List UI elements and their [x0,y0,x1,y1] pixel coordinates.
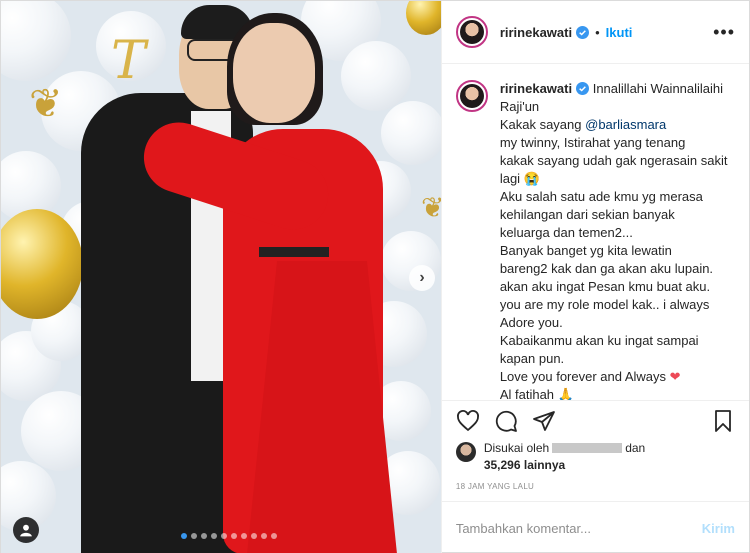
bookmark-icon[interactable] [711,409,735,433]
person-woman-head [233,23,315,123]
redacted-username [552,443,623,453]
tagged-users-button[interactable] [13,517,39,543]
caption-line: kakak sayang udah gak ngerasain sakit [499,153,728,168]
caption-line: akan aku ingat Pesan kmu buat aku. [499,279,711,294]
caption-line: you are my role model kak.. i always [499,297,710,312]
post-timestamp[interactable]: 18 JAM YANG LALU [441,474,749,502]
caption-line: Innalillahi Wainnalilaihi [592,81,724,96]
share-icon[interactable] [532,409,556,433]
balloon [341,41,411,111]
likes-count-suffix[interactable]: lainnya [524,458,565,472]
post-photo[interactable]: T ❦ ❦ › [1,1,441,553]
caption-line: Raji'un [499,99,540,114]
caption-line: Kakak sayang [499,117,582,132]
balloon [1,1,71,81]
belt [259,247,329,257]
header-username[interactable]: ririnekawati [500,25,572,40]
action-bar [441,400,749,440]
caption-line: Aku salah satu ade kmu yg merasa [499,189,703,204]
red-heart-emoji-icon: ❤ [669,369,681,384]
caption-line: my twinny, Istirahat yang tenang [499,135,686,150]
decor-lettering: T [111,31,146,91]
caption-line: Banyak banget yg kita lewatin [499,243,672,258]
carousel-dot [221,533,227,539]
carousel-dot [261,533,267,539]
mention-link[interactable]: @barliasmara [585,117,666,132]
caption-line: Adore you. [499,315,563,330]
caption-avatar[interactable] [455,80,488,112]
decor-leaf: ❦ [421,192,441,223]
carousel-dot [191,533,197,539]
likes-suffix: dan [625,441,646,455]
carousel-next-button[interactable]: › [409,265,435,291]
caption-line: Al fatihah [499,387,555,400]
carousel-dot [251,533,257,539]
comment-box: Kirim [442,502,749,553]
caption-line: kehilangan dari sekian banyak [499,207,675,222]
caption-line: lagi [499,171,521,186]
post-side-panel: ririnekawati • Ikuti ••• ririnekawati In… [440,1,749,553]
caption-line: Love you forever and Always [499,369,667,384]
carousel-dot [211,533,217,539]
carousel-dot [181,533,187,539]
caption-line: bareng2 kak dan ga akan aku lupain. [499,261,714,276]
balloon [381,101,441,165]
post-header: ririnekawati • Ikuti ••• [441,1,749,64]
post-comment-button[interactable]: Kirim [702,521,735,536]
carousel-dot [271,533,277,539]
user-icon [20,524,32,537]
likes-summary: Disukai oleh dan 35,296 lainnya [442,440,749,474]
carousel-dot [241,533,247,539]
comment-icon[interactable] [494,409,518,433]
crying-emoji-icon: 😭 [523,171,540,186]
caption: ririnekawati Innalillahi Wainnalilaihi R… [442,64,749,400]
caption-text: ririnekawati Innalillahi Wainnalilaihi R… [500,80,728,400]
pray-emoji-icon: 🙏 [557,387,574,400]
gold-balloon [406,1,441,35]
likes-prefix: Disukai oleh [483,441,550,455]
liker-avatar[interactable] [455,442,476,462]
avatar[interactable] [455,16,488,48]
separator-dot: • [595,24,600,40]
like-heart-icon[interactable] [456,409,480,433]
follow-button[interactable]: Ikuti [606,25,633,40]
caption-line: kapan pun. [499,351,565,366]
verified-badge-icon [576,25,590,39]
likes-count[interactable]: 35,296 [484,458,521,472]
instagram-post: T ❦ ❦ › ririnekawati • Ikuti ••• ririnek… [0,0,750,553]
more-options-icon[interactable]: ••• [713,22,735,43]
verified-badge-icon [576,82,590,95]
carousel-dot [201,533,207,539]
decor-leaf: ❦ [29,82,63,126]
chevron-right-icon: › [419,269,425,286]
carousel-dot [231,533,237,539]
carousel-indicator [181,533,277,539]
caption-line: Kabaikanmu akan ku ingat sampai [499,333,699,348]
caption-username[interactable]: ririnekawati [500,81,572,96]
comment-input[interactable] [455,520,702,536]
caption-line: keluarga dan temen2... [499,225,633,240]
